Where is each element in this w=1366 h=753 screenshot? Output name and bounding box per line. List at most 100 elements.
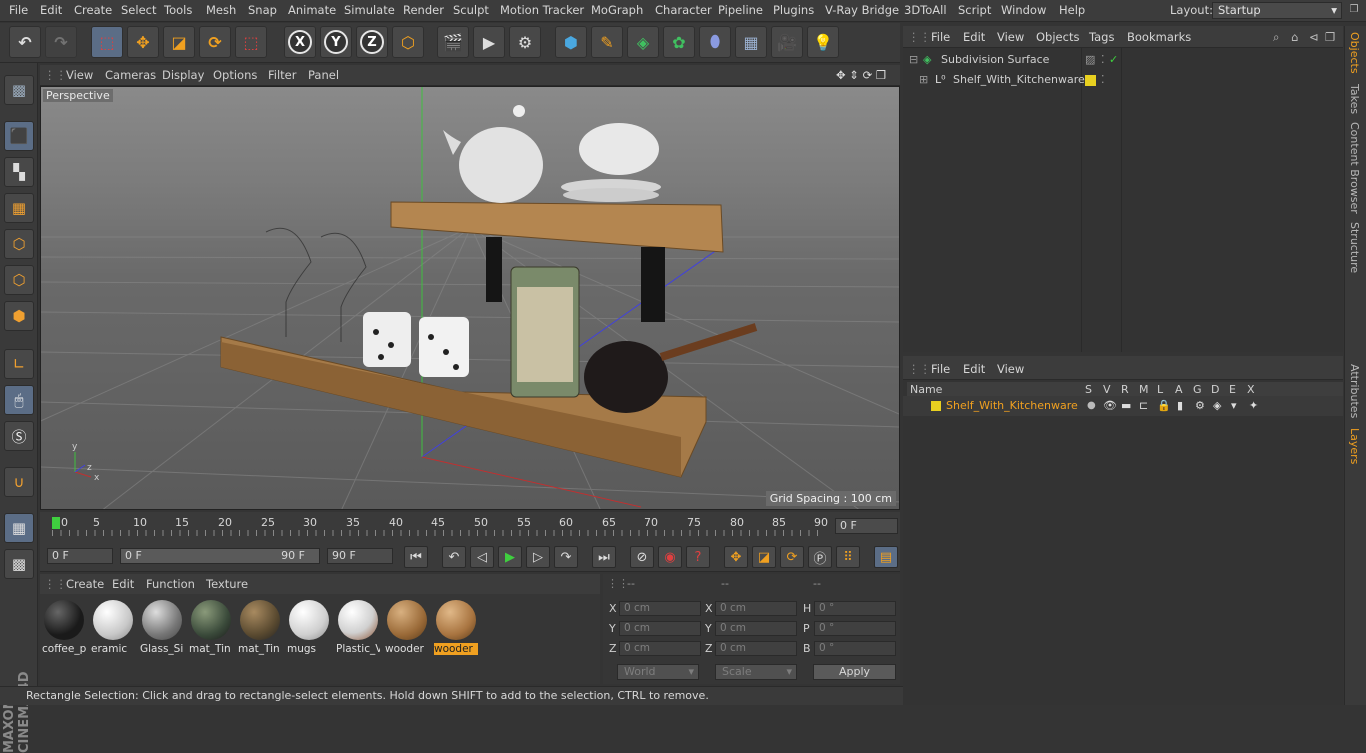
coordinate-mode-select[interactable]: World ▾ [617, 664, 699, 680]
column-header[interactable]: R [1121, 383, 1129, 396]
enabled-check-icon[interactable]: ✓ [1109, 50, 1118, 70]
menu-3dtoall[interactable]: 3DToAll [904, 3, 947, 17]
menu-snap[interactable]: Snap [248, 3, 277, 17]
floor-button[interactable]: ▦ [735, 26, 767, 58]
solo-icon[interactable]: ● [1087, 396, 1096, 416]
autokey-button[interactable]: ◉ [658, 546, 682, 568]
tab-attributes[interactable]: Attributes [1348, 364, 1361, 418]
manager-icon[interactable]: ⊏ [1139, 396, 1148, 416]
render-view-button[interactable]: 🎬 [437, 26, 469, 58]
object-row-shelf[interactable]: ⊞ L⁰ Shelf_With_Kitchenware ⁚ [903, 70, 1343, 90]
objects-menu-bookmarks[interactable]: Bookmarks [1127, 30, 1191, 44]
tab-structure[interactable]: Structure [1348, 222, 1361, 273]
object-row-subdivision[interactable]: ⊟ ◈ Subdivision Surface ▨ ⁚ ✓ [903, 50, 1343, 70]
viewport-menu-options[interactable]: Options [213, 68, 257, 82]
tab-content-browser[interactable]: Content Browser [1348, 122, 1361, 214]
expand-icon[interactable]: ⊞ [919, 70, 928, 90]
material-menu-edit[interactable]: Edit [112, 577, 134, 591]
column-header[interactable]: E [1229, 383, 1236, 396]
start-frame-field[interactable]: 0 F [47, 548, 113, 564]
layer-name[interactable]: Shelf_With_Kitchenware [946, 396, 1078, 416]
subdivision-button[interactable]: ◈ [627, 26, 659, 58]
magnet-button[interactable]: ∪ [4, 467, 34, 497]
render-settings-button[interactable]: ⚙ [509, 26, 541, 58]
menu-mograph[interactable]: MoGraph [591, 3, 643, 17]
viewport-camera-label[interactable]: Perspective [43, 89, 113, 102]
position-y-field[interactable]: 0 cm [619, 621, 701, 636]
size-y-field[interactable]: 0 cm [715, 621, 797, 636]
material-swatch-selected[interactable]: wooder [434, 598, 478, 656]
position-x-field[interactable]: 0 cm [619, 601, 701, 616]
x-axis-button[interactable]: X [284, 26, 316, 58]
rotation-b-field[interactable]: 0 ° [814, 641, 896, 656]
record-keys-button[interactable]: ⊘ [630, 546, 654, 568]
objects-menu-view[interactable]: View [997, 30, 1024, 44]
viewport-menu-filter[interactable]: Filter [268, 68, 296, 82]
material-swatch[interactable]: wooder [385, 598, 429, 656]
menu-create[interactable]: Create [74, 3, 112, 17]
objects-menu-tags[interactable]: Tags [1089, 30, 1114, 44]
material-swatch[interactable]: Glass_Si [140, 598, 184, 656]
objects-menu-edit[interactable]: Edit [963, 30, 985, 44]
menu-file[interactable]: File [9, 3, 28, 17]
material-swatch[interactable]: mat_Tin [189, 598, 233, 656]
menu-select[interactable]: Select [121, 3, 156, 17]
navigate-back-icon[interactable]: ⊲ [1309, 30, 1319, 44]
size-z-field[interactable]: 0 cm [715, 641, 797, 656]
column-header[interactable]: S [1085, 383, 1092, 396]
frame-range-slider[interactable]: 0 F 90 F [120, 548, 320, 564]
menu-plugins[interactable]: Plugins [773, 3, 814, 17]
play-button[interactable]: ▶ [498, 546, 522, 568]
column-header[interactable]: V [1103, 383, 1111, 396]
size-mode-select[interactable]: Scale ▾ [715, 664, 797, 680]
keyframe-selection-button[interactable]: ? [686, 546, 710, 568]
rotation-h-field[interactable]: 0 ° [814, 601, 896, 616]
key-pla-button[interactable]: ⠿ [836, 546, 860, 568]
workplane-mode-button[interactable]: ▦ [4, 193, 34, 223]
render-clapper-icon[interactable]: ▬ [1121, 396, 1131, 416]
layer-color-swatch[interactable] [931, 401, 941, 411]
pen-spline-button[interactable]: ✎ [591, 26, 623, 58]
menu-render[interactable]: Render [403, 3, 444, 17]
camera-button[interactable]: 🎥 [771, 26, 803, 58]
generator-icon[interactable]: ⚙ [1195, 396, 1205, 416]
end-frame-field[interactable]: 90 F [327, 548, 393, 564]
live-selection-button[interactable]: ⬚ [235, 26, 267, 58]
menu-character[interactable]: Character [655, 3, 712, 17]
cloner-button[interactable]: ✿ [663, 26, 695, 58]
object-name[interactable]: Subdivision Surface [941, 50, 1049, 70]
menu-motion-tracker[interactable]: Motion Tracker [500, 3, 584, 17]
new-view-icon[interactable]: ❐ [1325, 30, 1335, 44]
layout-select[interactable]: Startup ▾ [1212, 2, 1342, 19]
snap-button[interactable]: Ⓢ [4, 421, 34, 451]
scale-tool-button[interactable]: ◪ [163, 26, 195, 58]
animation-icon[interactable]: ▮ [1177, 396, 1183, 416]
layers-menu-edit[interactable]: Edit [963, 362, 985, 376]
visibility-dots-icon[interactable]: ⁚ [1101, 70, 1105, 90]
current-frame-field[interactable]: 0 F [835, 518, 898, 534]
redo-button[interactable]: ↷ [45, 26, 77, 58]
coordinate-system-button[interactable]: ⬡ [392, 26, 424, 58]
lock-icon[interactable]: 🔒 [1157, 396, 1171, 416]
column-header[interactable]: L [1157, 383, 1163, 396]
restore-window-icon[interactable]: ❐ [1348, 4, 1360, 16]
menu-mesh[interactable]: Mesh [206, 3, 236, 17]
move-tool-button[interactable]: ✥ [127, 26, 159, 58]
make-editable-button[interactable]: ▩ [4, 75, 34, 105]
timeline-ruler[interactable]: 0 5 10 15 20 25 30 35 40 45 50 55 60 65 … [40, 512, 900, 542]
menu-help[interactable]: Help [1059, 3, 1085, 17]
key-position-button[interactable]: ✥ [724, 546, 748, 568]
soft-selection-button[interactable]: ▩ [4, 549, 34, 579]
material-swatch[interactable]: Plastic_V [336, 598, 380, 656]
expression-icon[interactable]: ▾ [1231, 396, 1237, 416]
objects-menu-file[interactable]: File [931, 30, 950, 44]
previous-frame-button[interactable]: ◁ [470, 546, 494, 568]
rotation-p-field[interactable]: 0 ° [814, 621, 896, 636]
menu-pipeline[interactable]: Pipeline [718, 3, 763, 17]
workplane-lock-button[interactable]: ▦ [4, 513, 34, 543]
size-x-field[interactable]: 0 cm [715, 601, 797, 616]
position-z-field[interactable]: 0 cm [619, 641, 701, 656]
material-swatch[interactable]: mat_Tin [238, 598, 282, 656]
playhead-marker[interactable] [52, 517, 60, 529]
column-header[interactable]: Name [910, 383, 942, 396]
